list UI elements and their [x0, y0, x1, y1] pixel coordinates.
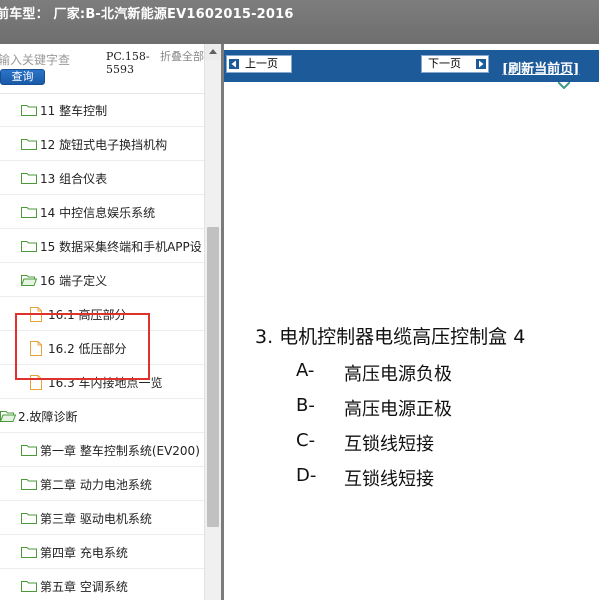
document-heading: 3. 电机控制器电缆高压控制盒 4: [255, 326, 526, 348]
tree-item[interactable]: 第四章 充电系统: [0, 536, 204, 569]
folder-icon: [21, 513, 37, 524]
tree-item-label: 12 旋钮式电子换挡机构: [40, 138, 168, 152]
arrow-right-icon: [476, 59, 486, 69]
previous-page-button[interactable]: 上一页: [226, 55, 292, 73]
folder-icon: [21, 139, 37, 150]
tree-item-label: 第二章 动力电池系统: [40, 478, 152, 492]
search-input[interactable]: [0, 51, 76, 69]
arrow-left-icon: [229, 59, 239, 69]
page-navigation-bar: 上一页 下一页 [刷新当前页]: [224, 50, 599, 82]
tree-item[interactable]: 第一章 整车控制系统(EV200): [0, 434, 204, 467]
collapse-all-link[interactable]: 折叠全部: [160, 50, 204, 63]
scroll-up-button[interactable]: [205, 44, 221, 60]
terminal-description: 高压电源负极: [344, 364, 452, 385]
document-page: 3. 电机控制器电缆高压控制盒 4 A- 高压电源负极 B- 高压电源正极 C-…: [224, 82, 599, 600]
pc-code-label: PC.158-5593: [106, 50, 150, 76]
tree-item[interactable]: 第二章 动力电池系统: [0, 468, 204, 501]
folder-icon: [21, 207, 37, 218]
folder-icon: [21, 445, 37, 456]
sidebar-scrollbar[interactable]: [204, 44, 221, 600]
tree-item-expanded[interactable]: 2.故障诊断: [0, 400, 204, 433]
folder-icon: [21, 105, 37, 116]
folder-icon: [21, 479, 37, 490]
tree-item-label: 第五章 空调系统: [40, 580, 128, 594]
tree-item-label: 第一章 整车控制系统(EV200): [40, 444, 200, 458]
navigation-sidebar: 查询 PC.158-5593 折叠全部 11 整车控制 12 旋钮式电子换挡机构…: [0, 44, 221, 600]
window-title: 前车型： 厂家:B-北汽新能源EV1602015-2016: [0, 7, 294, 22]
highlight-annotation-box: [15, 313, 150, 380]
tree-item-label: 11 整车控制: [40, 104, 108, 118]
tree-item[interactable]: 第五章 空调系统: [0, 570, 204, 600]
tree-item-label: 15 数据采集终端和手机APP设: [40, 240, 202, 254]
tree-item-label: 14 中控信息娱乐系统: [40, 206, 156, 220]
search-area: 查询 PC.158-5593 折叠全部: [0, 44, 221, 94]
tree-item-label: 第三章 驱动电机系统: [40, 512, 152, 526]
chevron-up-icon: [209, 49, 217, 54]
terminal-letter: A-: [296, 360, 315, 381]
window-titlebar: 前车型： 厂家:B-北汽新能源EV1602015-2016: [0, 0, 599, 44]
terminal-description: 高压电源正极: [344, 399, 452, 420]
document-tree: 11 整车控制 12 旋钮式电子换挡机构 13 组合仪表 14 中控信息娱乐系统…: [0, 94, 204, 600]
search-button[interactable]: 查询: [0, 69, 45, 85]
tree-item[interactable]: 11 整车控制: [0, 94, 204, 127]
tree-item-label: 16 端子定义: [40, 274, 108, 288]
tree-item[interactable]: 13 组合仪表: [0, 162, 204, 195]
tree-item[interactable]: 14 中控信息娱乐系统: [0, 196, 204, 229]
scrollbar-thumb[interactable]: [207, 227, 219, 527]
tree-item[interactable]: 15 数据采集终端和手机APP设: [0, 230, 204, 263]
refresh-page-link[interactable]: [刷新当前页]: [502, 58, 579, 77]
terminal-letter: C-: [296, 430, 316, 451]
tree-item-expanded[interactable]: 16 端子定义: [0, 264, 204, 297]
tree-item[interactable]: 12 旋钮式电子换挡机构: [0, 128, 204, 161]
tree-item-label: 第四章 充电系统: [40, 546, 128, 560]
folder-icon: [21, 547, 37, 558]
document-viewer: 上一页 下一页 [刷新当前页] 3. 电机控制器电缆高压控制盒 4 A- 高压电…: [224, 44, 599, 600]
folder-icon: [21, 241, 37, 252]
next-page-button[interactable]: 下一页: [421, 55, 489, 73]
tree-item-label: 2.故障诊断: [18, 410, 78, 424]
terminal-description: 互锁线短接: [344, 434, 434, 455]
tree-item-label: 13 组合仪表: [40, 172, 108, 186]
folder-open-icon: [21, 275, 37, 286]
folder-open-icon: [0, 411, 16, 422]
folder-icon: [21, 173, 37, 184]
previous-page-label: 上一页: [245, 57, 278, 70]
terminal-letter: B-: [296, 395, 315, 416]
next-page-label: 下一页: [428, 57, 461, 70]
terminal-letter: D-: [296, 465, 317, 486]
folder-icon: [21, 581, 37, 592]
tree-item[interactable]: 第三章 驱动电机系统: [0, 502, 204, 535]
terminal-description: 互锁线短接: [344, 469, 434, 490]
